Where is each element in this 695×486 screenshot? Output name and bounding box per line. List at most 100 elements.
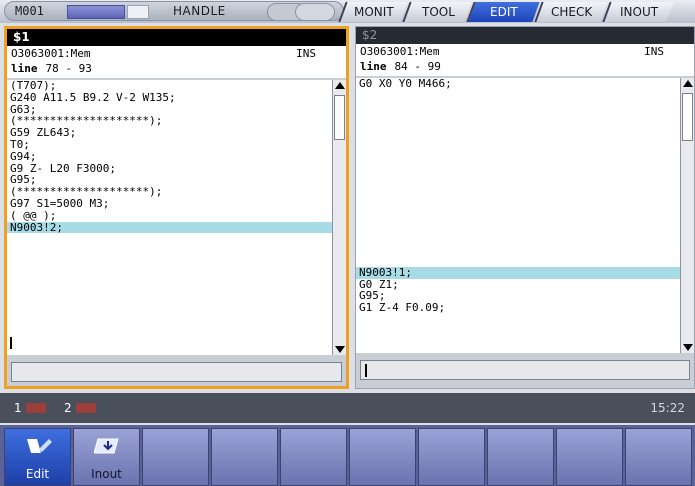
menu-key-empty[interactable] bbox=[211, 428, 278, 486]
program-line[interactable]: G0 X0 Y0 M466; bbox=[356, 78, 680, 90]
program-line[interactable]: ( @@ ); bbox=[7, 209, 332, 222]
clock: 15:22 bbox=[650, 401, 685, 415]
program-line[interactable] bbox=[7, 233, 332, 245]
tab-inout[interactable]: INOUT bbox=[602, 2, 674, 22]
program-line[interactable] bbox=[356, 220, 680, 232]
program-line[interactable] bbox=[356, 255, 680, 267]
line-label: line bbox=[11, 62, 38, 75]
tab-label: INOUT bbox=[619, 5, 659, 19]
program-line[interactable]: T0; bbox=[7, 139, 332, 151]
tab-label: EDIT bbox=[490, 5, 518, 19]
scroll-down-arrow-icon[interactable] bbox=[335, 346, 345, 353]
line-range: line 78 - 93 bbox=[11, 62, 92, 75]
program-line[interactable] bbox=[356, 184, 680, 196]
program-line[interactable] bbox=[356, 102, 680, 114]
cnc-screen: M001 HANDLE MONIT TOOL EDIT CHECK INOUT … bbox=[0, 0, 695, 486]
tab-label: CHECK bbox=[551, 5, 593, 19]
tab-edit[interactable]: EDIT bbox=[466, 2, 540, 22]
scroll-up-arrow-icon[interactable] bbox=[335, 82, 345, 89]
line-range-value: 78 - 93 bbox=[45, 62, 92, 75]
machine-name: M001 bbox=[15, 4, 44, 18]
tab-label: TOOL bbox=[421, 5, 455, 19]
program-info: O3063001:Mem INS line 78 - 93 bbox=[7, 46, 346, 78]
vertical-scrollbar[interactable] bbox=[332, 80, 346, 355]
tab-tool[interactable]: TOOL bbox=[402, 2, 472, 22]
menu-key-label: Inout bbox=[91, 467, 122, 481]
channel-2-alarm-indicator bbox=[76, 403, 96, 413]
input-caret bbox=[365, 364, 367, 377]
menu-key-empty[interactable] bbox=[625, 428, 692, 486]
channel-status-bar: 1 2 15:22 bbox=[0, 393, 695, 423]
menu-key-empty[interactable] bbox=[487, 428, 554, 486]
line-label: line bbox=[360, 60, 387, 73]
menu-key-empty[interactable] bbox=[418, 428, 485, 486]
program-line[interactable]: G94; bbox=[7, 150, 332, 163]
program-line[interactable]: G0 Z1; bbox=[356, 278, 680, 291]
program-line[interactable]: G240 A11.5 B9.2 V-2 W135; bbox=[7, 91, 332, 104]
mode-indicator-inactive bbox=[127, 5, 149, 19]
menu-key-empty[interactable] bbox=[349, 428, 416, 486]
menu-key-empty[interactable] bbox=[142, 428, 209, 486]
edit-mode-indicator: INS bbox=[644, 45, 664, 58]
program-line[interactable] bbox=[7, 257, 332, 269]
program-text-area[interactable]: G0 X0 Y0 M466; N9003!1; G0 Z1; G95; G1 Z-4 F… bbox=[356, 78, 680, 353]
menu-key-empty[interactable] bbox=[280, 428, 347, 486]
scroll-thumb[interactable] bbox=[334, 95, 345, 140]
program-line[interactable] bbox=[356, 196, 680, 208]
program-line[interactable] bbox=[356, 113, 680, 125]
command-input[interactable] bbox=[11, 362, 342, 382]
program-line[interactable] bbox=[356, 137, 680, 149]
machine-status-panel: M001 HANDLE bbox=[4, 1, 344, 21]
program-line[interactable] bbox=[356, 231, 680, 243]
program-line[interactable]: G1 Z-4 F0.09; bbox=[356, 302, 680, 314]
channel-1-alarm-indicator bbox=[26, 403, 46, 413]
program-line[interactable] bbox=[356, 208, 680, 220]
program-line[interactable] bbox=[356, 90, 680, 102]
edit-mode-indicator: INS bbox=[296, 47, 316, 60]
channel-2-number: 2 bbox=[64, 401, 72, 415]
vertical-scrollbar[interactable] bbox=[680, 78, 694, 353]
menu-key-empty[interactable] bbox=[556, 428, 623, 486]
status-lamp-2 bbox=[295, 3, 335, 21]
program-line[interactable] bbox=[356, 149, 680, 161]
program-name: O3063001:Mem bbox=[360, 45, 440, 58]
program-line-current[interactable]: N9003!2; bbox=[7, 221, 332, 234]
window-title: $2 bbox=[356, 27, 694, 44]
scroll-up-arrow-icon[interactable] bbox=[683, 80, 693, 87]
program-line[interactable]: G59 ZL643; bbox=[7, 127, 332, 139]
program-line[interactable] bbox=[356, 161, 680, 173]
program-line[interactable]: G9 Z- L20 F3000; bbox=[7, 162, 332, 175]
scroll-down-arrow-icon[interactable] bbox=[683, 344, 693, 351]
program-line[interactable] bbox=[7, 269, 332, 281]
tab-monit[interactable]: MONIT bbox=[338, 2, 408, 22]
program-info: O3063001:Mem INS line 84 - 99 bbox=[356, 44, 694, 76]
function-menu-bar: Edit Inout bbox=[0, 425, 695, 486]
mode-indicator-active bbox=[67, 5, 125, 19]
program-text-area[interactable]: (T707); G240 A11.5 B9.2 V-2 W135; G63; (***… bbox=[7, 80, 332, 355]
channel-1-number: 1 bbox=[14, 401, 22, 415]
menu-key-label: Edit bbox=[25, 467, 50, 481]
edit-window-2[interactable]: $2 O3063001:Mem INS line 84 - 99 G0 X0 Y0… bbox=[355, 26, 695, 389]
program-line[interactable]: G97 S1=5000 M3; bbox=[7, 198, 332, 210]
program-line[interactable] bbox=[356, 243, 680, 255]
inout-icon bbox=[93, 435, 122, 457]
tab-check[interactable]: CHECK bbox=[534, 2, 608, 22]
edit-window-1[interactable]: $1 O3063001:Mem INS line 78 - 93 (T707); G… bbox=[4, 26, 349, 389]
scroll-thumb[interactable] bbox=[682, 93, 693, 141]
program-name: O3063001:Mem bbox=[11, 47, 91, 60]
program-line[interactable] bbox=[356, 125, 680, 137]
window-title: $1 bbox=[7, 29, 346, 46]
menu-key-inout[interactable]: Inout bbox=[73, 428, 140, 486]
program-line[interactable] bbox=[356, 172, 680, 184]
program-line-current[interactable]: N9003!1; bbox=[356, 266, 680, 279]
text-cursor bbox=[10, 337, 12, 349]
line-range: line 84 - 99 bbox=[360, 60, 441, 73]
command-input[interactable] bbox=[360, 360, 690, 380]
top-status-bar: M001 HANDLE MONIT TOOL EDIT CHECK INOUT bbox=[0, 0, 695, 23]
tab-label: MONIT bbox=[354, 5, 394, 19]
menu-key-edit[interactable]: Edit bbox=[4, 428, 71, 486]
program-line[interactable] bbox=[7, 281, 332, 293]
edit-icon bbox=[25, 435, 53, 457]
program-line[interactable] bbox=[7, 245, 332, 257]
operation-mode: HANDLE bbox=[173, 4, 226, 18]
